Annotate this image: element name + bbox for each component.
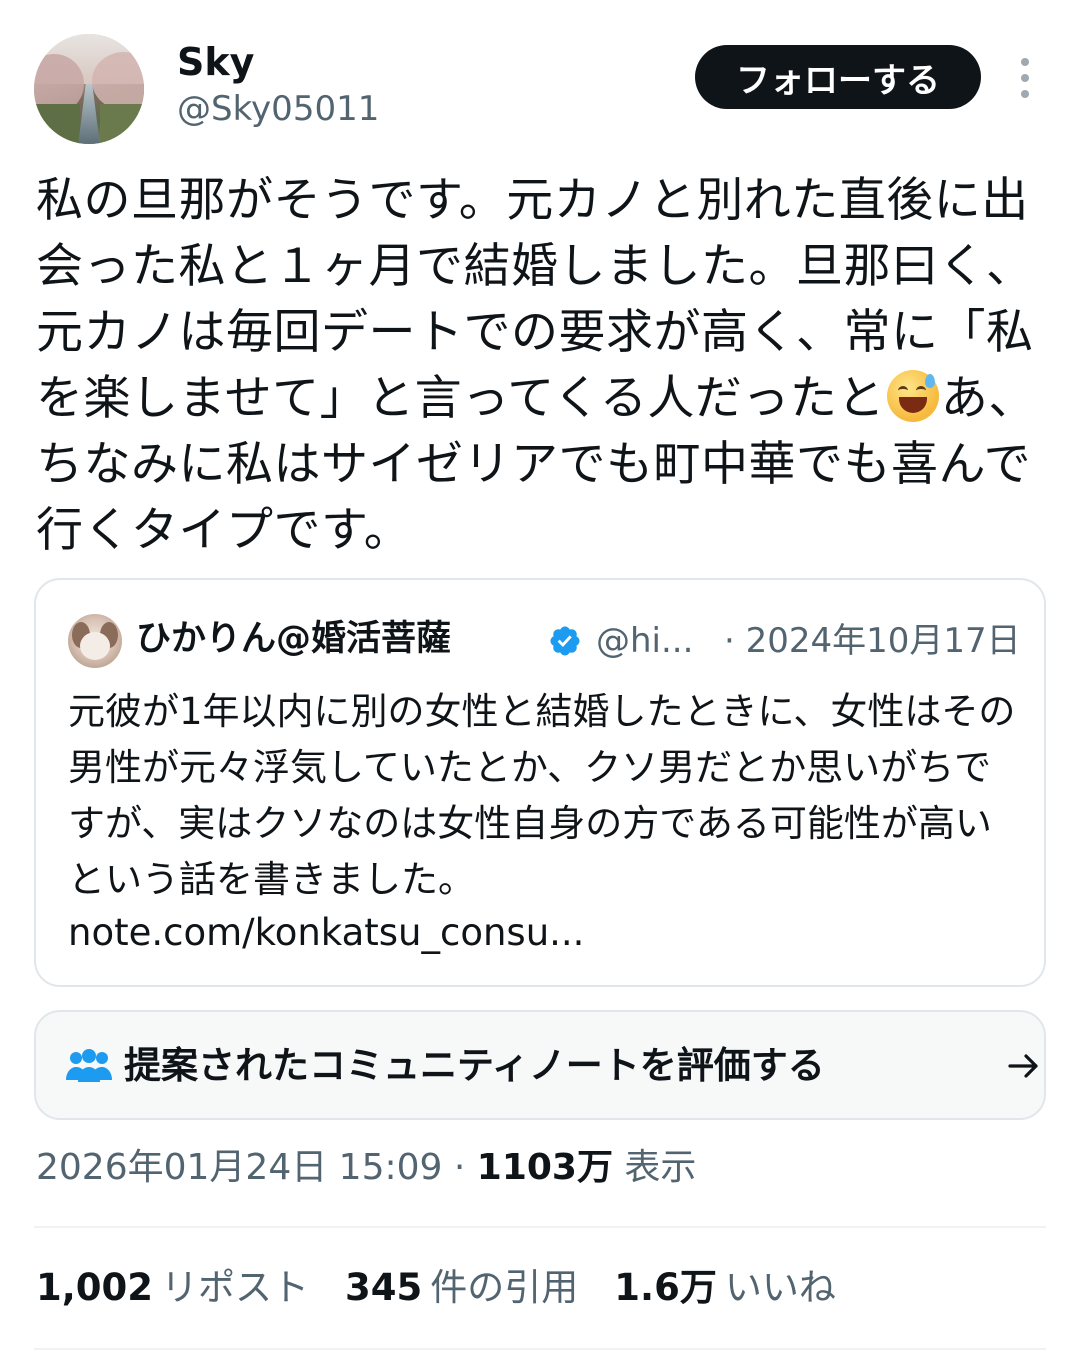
author-display-name[interactable]: Sky [177, 40, 254, 84]
likes-label: いいね [724, 1266, 836, 1309]
people-icon [66, 1049, 112, 1082]
more-options-icon[interactable] [1008, 58, 1042, 98]
community-note-button[interactable]: 提案されたコミュニティノートを評価する [34, 1010, 1046, 1120]
tweet-text: 私の旦那がそうです。元カノと別れた直後に出会った私と１ヶ月で結婚しました。旦那曰… [36, 168, 1056, 564]
reposts-label: リポスト [161, 1266, 310, 1309]
quotes-stat[interactable]: 345 件の引用 [345, 1262, 578, 1314]
quoted-author-avatar [68, 614, 122, 668]
verified-badge-icon [550, 626, 580, 656]
quoted-author-handle: @hi... [596, 621, 694, 661]
author-avatar[interactable] [34, 34, 144, 144]
views-count: 1103万 [476, 1147, 613, 1188]
author-handle[interactable]: @Sky05011 [177, 88, 379, 130]
tweet-header: Sky @Sky05011 フォローする [0, 0, 1080, 150]
likes-stat[interactable]: 1.6万 いいね [614, 1262, 836, 1314]
quotes-label: 件の引用 [430, 1266, 579, 1309]
reposts-count: 1,002 [36, 1266, 154, 1309]
tweet-timestamp-row: 2026年01月24日 15:09 · 1103万 表示 [36, 1142, 696, 1194]
arrow-right-icon [1008, 1054, 1038, 1078]
community-note-label: 提案されたコミュニティノートを評価する [124, 1044, 825, 1087]
tweet-timestamp[interactable]: 2026年01月24日 15:09 · [36, 1147, 477, 1188]
views-label: 表示 [612, 1147, 697, 1188]
reposts-stat[interactable]: 1,002 リポスト [36, 1262, 309, 1314]
likes-count: 1.6万 [614, 1266, 717, 1309]
quoted-date: · 2024年10月17日 [724, 621, 1021, 661]
tweet-text-part-1: 私の旦那がそうです。元カノと別れた直後に出会った私と１ヶ月で結婚しました。旦那曰… [36, 173, 1034, 426]
sweat-smile-emoji-icon [886, 370, 939, 422]
divider [34, 1226, 1046, 1228]
engagement-stats: 1,002 リポスト 345 件の引用 1.6万 いいね [36, 1262, 836, 1314]
quoted-text: 元彼が1年以内に別の女性と結婚したときに、女性はその男性が元々浮気していたとか、… [68, 690, 1016, 901]
divider [34, 1348, 1046, 1350]
follow-button[interactable]: フォローする [695, 45, 981, 109]
quoted-author-name: ひかりん@婚活菩薩 [136, 619, 452, 659]
quotes-count: 345 [345, 1266, 423, 1309]
quoted-link[interactable]: note.com/konkatsu_consu... [68, 908, 584, 958]
quoted-tweet-card[interactable]: ひかりん@婚活菩薩 @hi... · 2024年10月17日 元彼が1年以内に別… [34, 578, 1046, 987]
